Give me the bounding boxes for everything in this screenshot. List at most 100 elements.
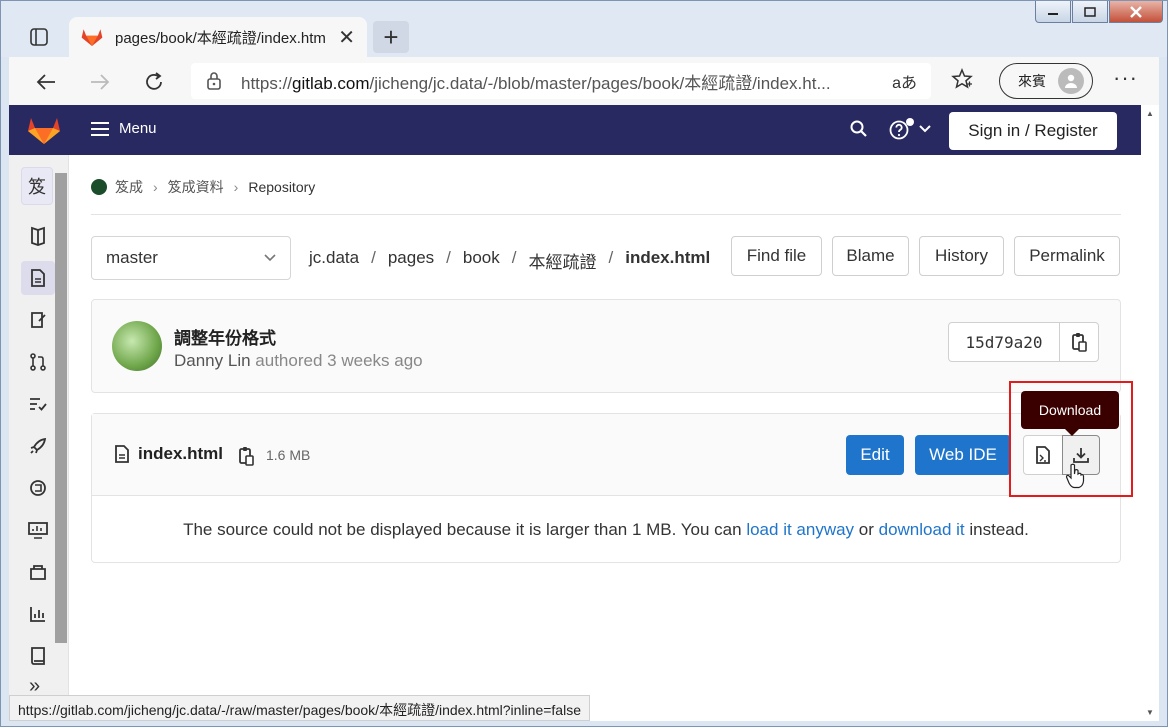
copy-path-button[interactable] (238, 446, 254, 469)
file-name: index.html (138, 444, 224, 463)
copy-sha-button[interactable] (1059, 322, 1099, 362)
edit-button[interactable]: Edit (846, 435, 904, 475)
repository-icon[interactable] (21, 261, 55, 295)
breadcrumb-separator-icon: › (153, 179, 158, 195)
infrastructure-icon[interactable] (21, 555, 55, 589)
path-segment[interactable]: 本經疏證 (529, 248, 597, 273)
read-aloud-icon[interactable]: aあ (892, 69, 917, 93)
tab-actions-button[interactable] (23, 21, 55, 53)
commit-author[interactable]: Danny Lin (174, 351, 251, 370)
refresh-icon (146, 72, 162, 90)
tab-actions-icon (30, 28, 48, 46)
breadcrumb-project[interactable]: 笈成資料 (168, 177, 224, 197)
refresh-button[interactable] (139, 67, 169, 97)
path-segment[interactable]: pages (388, 248, 434, 273)
requirements-icon[interactable] (21, 387, 55, 421)
project-overview-icon[interactable] (21, 219, 55, 253)
new-tab-button[interactable]: + (373, 21, 409, 53)
close-window-button[interactable] (1109, 1, 1163, 23)
sign-in-button[interactable]: Sign in / Register (949, 112, 1117, 150)
help-icon (889, 118, 914, 140)
menu-button[interactable]: Menu (91, 120, 157, 137)
analytics-icon[interactable] (21, 597, 55, 631)
url-text: https://gitlab.com/jicheng/jc.data/-/blo… (241, 73, 831, 93)
project-sidebar: 笈 » (9, 155, 69, 721)
search-icon (850, 120, 867, 137)
commit-time: 3 weeks ago (327, 351, 423, 370)
packages-icon[interactable] (21, 471, 55, 505)
raw-file-icon (1036, 446, 1050, 464)
menu-label: Menu (119, 120, 157, 137)
gitlab-header: Menu Sign in / Register (9, 105, 1141, 155)
web-ide-button[interactable]: Web IDE (915, 435, 1011, 475)
history-button[interactable]: History (919, 236, 1004, 276)
message-or: or (854, 520, 879, 539)
clipboard-icon (1072, 333, 1087, 352)
scroll-up-icon[interactable]: ▲ (1146, 109, 1154, 118)
browser-window: pages/book/本經疏證/index.htm ✕ + https://gi… (0, 0, 1168, 727)
deployments-rocket-icon[interactable] (21, 429, 55, 463)
breadcrumb: 笈成 › 笈成資料 › Repository (91, 177, 315, 197)
scroll-down-icon[interactable]: ▼ (1146, 708, 1154, 717)
open-raw-button[interactable] (1023, 435, 1063, 475)
gitlab-logo-icon[interactable] (27, 115, 61, 145)
breadcrumb-group[interactable]: 笈成 (115, 177, 143, 197)
commit-meta: Danny Lin authored 3 weeks ago (174, 351, 423, 371)
blame-button[interactable]: Blame (832, 236, 909, 276)
message-after: instead. (964, 520, 1029, 539)
project-avatar[interactable]: 笈 (21, 167, 53, 205)
commit-authored-label: authored (255, 351, 323, 370)
path-separator: / (608, 248, 614, 267)
close-icon (1130, 5, 1142, 18)
path-separator: / (511, 248, 517, 267)
chevron-down-icon (264, 254, 276, 262)
issues-icon[interactable] (21, 303, 55, 337)
lock-icon[interactable] (205, 71, 223, 91)
message-text: The source could not be displayed becaus… (183, 520, 747, 539)
merge-requests-icon[interactable] (21, 345, 55, 379)
profile-avatar-icon (1058, 68, 1084, 94)
page-scrollbar[interactable]: ▲ ▼ (1141, 105, 1159, 721)
favorites-star-icon[interactable] (951, 68, 973, 96)
path-file: index.html (625, 248, 711, 267)
load-anyway-link[interactable]: load it anyway (746, 520, 854, 539)
browser-tab[interactable]: pages/book/本經疏證/index.htm ✕ (69, 17, 367, 57)
branch-selector[interactable]: master (91, 236, 291, 280)
path-segment[interactable]: book (463, 248, 500, 273)
sidebar-scrollbar[interactable] (53, 159, 67, 649)
file-title: index.html (114, 444, 223, 464)
branch-name: master (106, 248, 158, 267)
minimize-button[interactable] (1035, 1, 1071, 23)
tab-close-icon[interactable]: ✕ (338, 25, 355, 50)
monitor-icon[interactable] (21, 513, 55, 547)
group-avatar (91, 179, 107, 195)
window-controls (1035, 1, 1163, 23)
find-file-button[interactable]: Find file (731, 236, 822, 276)
file-size: 1.6 MB (266, 447, 311, 463)
commit-sha[interactable]: 15d79a20 (948, 322, 1060, 362)
profile-button[interactable]: 來賓 (999, 63, 1093, 99)
download-tooltip: Download (1021, 391, 1119, 436)
file-path: jc.data / pages / book / 本經疏證 / index.ht… (309, 248, 710, 273)
gitlab-page: Menu Sign in / Register 笈 » 笈成 › 笈成資料 › … (9, 105, 1141, 721)
more-options-icon[interactable]: ··· (1113, 65, 1138, 91)
author-avatar[interactable] (112, 321, 162, 371)
forward-arrow-icon (91, 74, 110, 90)
help-button[interactable] (889, 117, 931, 141)
address-bar[interactable]: https://gitlab.com/jicheng/jc.data/-/blo… (191, 63, 931, 99)
back-arrow-icon (36, 74, 55, 90)
maximize-button[interactable] (1072, 1, 1108, 23)
permalink-button[interactable]: Permalink (1014, 236, 1120, 276)
commit-title[interactable]: 調整年份格式 (174, 324, 276, 349)
search-button[interactable] (849, 119, 869, 142)
download-link[interactable]: download it (879, 520, 965, 539)
gitlab-favicon-icon (81, 29, 103, 47)
back-button[interactable] (31, 67, 61, 97)
wiki-icon[interactable] (21, 639, 55, 673)
path-segment[interactable]: jc.data (309, 248, 359, 273)
breadcrumb-current[interactable]: Repository (248, 179, 315, 195)
forward-button[interactable] (85, 67, 115, 97)
status-bar-url: https://gitlab.com/jicheng/jc.data/-/raw… (9, 695, 590, 721)
path-separator: / (371, 248, 376, 267)
title-bar: pages/book/本經疏證/index.htm ✕ + (1, 1, 1167, 57)
